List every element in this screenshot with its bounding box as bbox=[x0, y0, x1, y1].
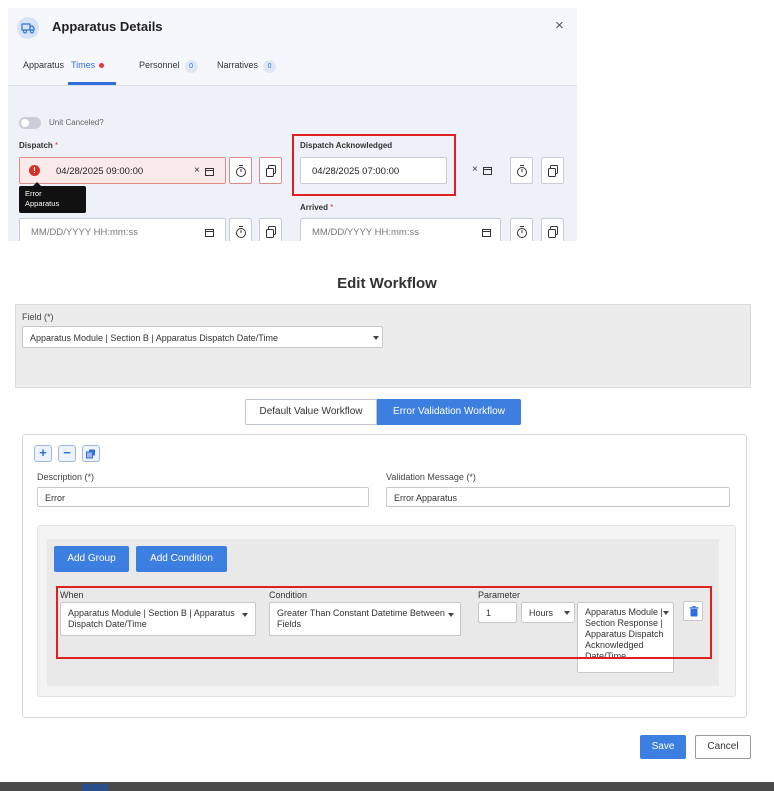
tab-label: Personnel bbox=[139, 60, 180, 70]
input-value: Error Apparatus bbox=[394, 493, 458, 503]
required-mark: * bbox=[55, 141, 59, 150]
copy-button[interactable] bbox=[541, 157, 564, 184]
stopwatch-icon bbox=[517, 165, 527, 177]
tab-label: Apparatus bbox=[23, 60, 65, 70]
close-icon[interactable]: × bbox=[555, 17, 564, 34]
annotation-highlight bbox=[56, 586, 712, 659]
timer-button[interactable] bbox=[510, 218, 533, 241]
arrived-label: Arrived * bbox=[300, 203, 333, 212]
truck-icon bbox=[17, 17, 39, 39]
remove-button[interactable]: − bbox=[58, 445, 76, 462]
count-badge: 0 bbox=[263, 60, 277, 73]
add-group-button[interactable]: Add Group bbox=[54, 546, 129, 572]
apparatus-details-header: Apparatus Details × bbox=[8, 8, 577, 46]
copy-icon bbox=[266, 165, 276, 177]
clear-icon[interactable]: × bbox=[194, 165, 200, 176]
calendar-icon[interactable] bbox=[205, 228, 215, 237]
calendar-icon[interactable] bbox=[482, 228, 492, 237]
validation-message-input[interactable]: Error Apparatus bbox=[386, 487, 730, 507]
input-placeholder: MM/DD/YYYY HH:mm:ss bbox=[312, 227, 419, 238]
error-validation-workflow-tab[interactable]: Error Validation Workflow bbox=[377, 399, 521, 425]
input-value: 04/28/2025 09:00:00 bbox=[56, 166, 144, 177]
add-button[interactable]: + bbox=[34, 445, 52, 462]
calendar-icon[interactable] bbox=[205, 167, 215, 176]
timer-button[interactable] bbox=[510, 157, 533, 184]
tab-label: Times bbox=[71, 60, 96, 70]
dispatch-datetime-input[interactable]: ! 04/28/2025 09:00:00 × bbox=[19, 157, 226, 184]
copy-button[interactable] bbox=[259, 157, 282, 184]
clear-icon[interactable]: × bbox=[472, 164, 478, 175]
tab-personnel[interactable]: Personnel 0 bbox=[139, 60, 198, 73]
description-label: Description (*) bbox=[37, 472, 95, 482]
default-value-workflow-tab[interactable]: Default Value Workflow bbox=[245, 399, 377, 425]
stopwatch-icon bbox=[236, 226, 246, 238]
copy-icon bbox=[266, 226, 276, 238]
save-button[interactable]: Save bbox=[640, 735, 686, 759]
input-placeholder: MM/DD/YYYY HH:mm:ss bbox=[31, 227, 138, 238]
required-mark: * bbox=[330, 203, 334, 212]
validation-message-label: Validation Message (*) bbox=[386, 472, 476, 482]
stopwatch-icon bbox=[236, 165, 246, 177]
copy-icon bbox=[548, 165, 558, 177]
copy-icon bbox=[86, 449, 95, 459]
field-select[interactable]: Apparatus Module | Section B | Apparatus… bbox=[22, 326, 383, 348]
required-dot-icon bbox=[99, 63, 105, 69]
copy-button[interactable] bbox=[82, 445, 100, 462]
tooltip-line: Apparatus bbox=[25, 199, 60, 208]
active-tab-indicator bbox=[68, 82, 116, 85]
unit-canceled-label: Unit Canceled? bbox=[49, 118, 104, 127]
error-icon: ! bbox=[29, 165, 40, 176]
count-badge: 0 bbox=[184, 60, 198, 73]
tab-times[interactable]: Times bbox=[71, 60, 105, 70]
label-text: Dispatch bbox=[19, 141, 53, 150]
tab-label: Narratives bbox=[217, 60, 259, 70]
tab-apparatus[interactable]: Apparatus bbox=[23, 60, 64, 70]
dispatch-label: Dispatch * bbox=[19, 141, 58, 150]
input-value: Error bbox=[45, 493, 65, 503]
page-title: Edit Workflow bbox=[337, 275, 437, 292]
timer-button[interactable] bbox=[229, 157, 252, 184]
apparatus-details-panel: Apparatus Details × Apparatus Times Pers… bbox=[8, 8, 577, 241]
stopwatch-icon bbox=[517, 226, 527, 238]
label-text: Arrived bbox=[300, 203, 329, 212]
copy-button[interactable] bbox=[259, 218, 282, 241]
tooltip-line: Error bbox=[25, 189, 42, 198]
annotation-highlight bbox=[292, 134, 456, 196]
add-condition-button[interactable]: Add Condition bbox=[136, 546, 227, 572]
taskbar bbox=[0, 782, 774, 791]
timer-button[interactable] bbox=[229, 218, 252, 241]
tab-narratives[interactable]: Narratives 0 bbox=[217, 60, 277, 73]
calendar-icon[interactable] bbox=[483, 166, 493, 175]
taskbar-item[interactable] bbox=[82, 784, 108, 791]
select-value: Apparatus Module | Section B | Apparatus… bbox=[30, 333, 278, 343]
cancel-button[interactable]: Cancel bbox=[695, 735, 751, 759]
chevron-down-icon bbox=[373, 336, 379, 340]
field-panel: Field (*) Apparatus Module | Section B |… bbox=[15, 304, 751, 388]
arrived-datetime-input[interactable]: MM/DD/YYYY HH:mm:ss bbox=[300, 218, 501, 241]
unit-canceled-toggle[interactable] bbox=[19, 117, 41, 129]
datetime-input[interactable]: MM/DD/YYYY HH:mm:ss bbox=[19, 218, 226, 241]
field-label: Field (*) bbox=[22, 312, 54, 322]
dialog-title: Apparatus Details bbox=[52, 19, 163, 34]
description-input[interactable]: Error bbox=[37, 487, 369, 507]
error-tooltip: Error Apparatus bbox=[19, 182, 86, 213]
tab-bar: Apparatus Times Personnel 0 Narratives 0 bbox=[8, 46, 577, 86]
copy-icon bbox=[548, 226, 558, 238]
copy-button[interactable] bbox=[541, 218, 564, 241]
